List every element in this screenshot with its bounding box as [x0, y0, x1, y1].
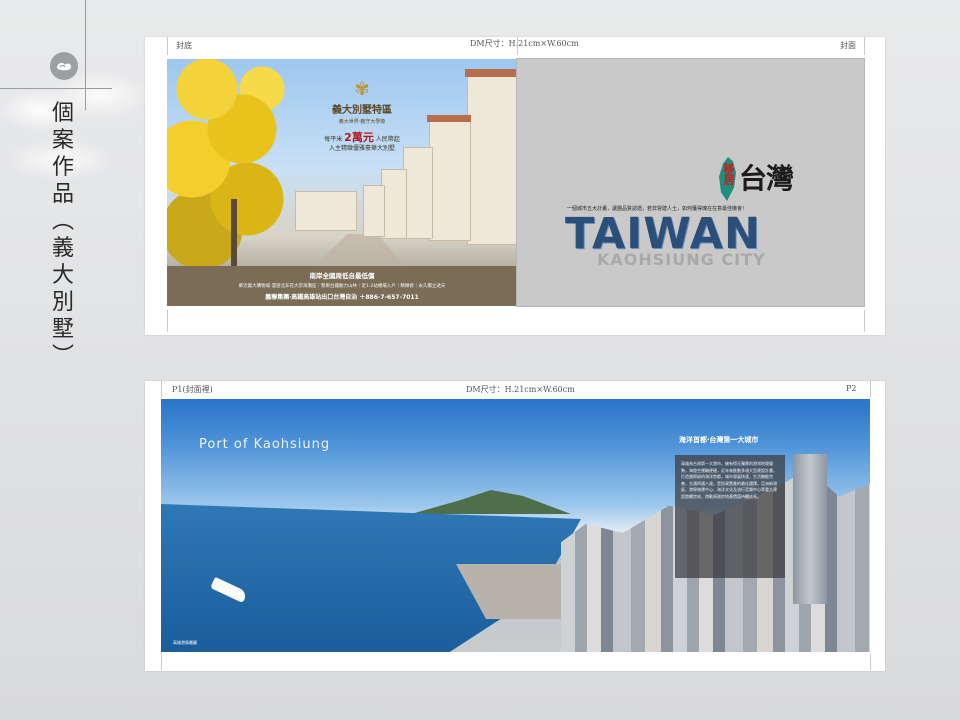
villa-building: [429, 119, 471, 241]
back-cover-footer: 南岸全國周低自最低價 鄰近義大購物城‧漫遊北非花大宗海灘區｜緊鄰台鐵動力山林｜近…: [167, 266, 517, 306]
golden-tree: [167, 59, 307, 269]
title-char: ︶: [51, 344, 74, 369]
title-char: ︵: [51, 209, 74, 234]
project-brand: ✾ 義大別墅特區 義大世界‧義守大學旁 每平米 2萬元 人民幣起 入主精緻優雅豪…: [317, 81, 407, 153]
crop-mark: [161, 654, 162, 670]
copy-prefix: 每平米: [324, 136, 343, 143]
info-text-box: 高雄為台灣第一大港市，擁有得天獨厚的港灣地理優勢，海陸空運輸便捷，近年來推動多項…: [675, 455, 785, 578]
title-char: 大: [51, 263, 74, 288]
company-logo-icon: [50, 52, 78, 80]
footer-details: 鄰近義大購物城‧漫遊北非花大宗海灘區｜緊鄰台鐵動力山林｜近1-2站機場入戶｜精緻…: [238, 284, 446, 289]
photo-caption: 高雄港鳥瞰圖: [173, 640, 197, 645]
skyscraper: [793, 454, 827, 604]
title-char: 品: [51, 182, 74, 207]
p1-label: P1(封面裡): [172, 385, 213, 394]
front-cover: 移居 台灣 一個城市五大計畫，讓團品質認證，若非營建人士，如何獲得瑰在在意最佳機…: [516, 58, 865, 307]
price-copy: 每平米 2萬元 人民幣起 入主精緻優雅豪華大別墅: [317, 131, 407, 153]
copy-price: 2萬元: [344, 131, 374, 144]
copy-line2: 入主精緻優雅豪華大別墅: [328, 145, 395, 152]
title-char: 案: [51, 128, 74, 153]
taiwan-cn-text: 台灣: [739, 162, 794, 195]
footer-headline: 南岸全國周低自最低價: [309, 272, 375, 280]
title-char: 義: [51, 236, 74, 261]
brand-name: 義大別墅特區: [332, 105, 392, 116]
copy-suffix: 人民幣起: [375, 136, 400, 143]
title-char: 個: [51, 101, 74, 126]
vertical-page-title: 個 案 作 品 ︵ 義 大 別 墅 ︶: [48, 100, 78, 370]
kaohsiung-city-text: KAOHSIUNG CITY: [597, 250, 766, 269]
tree-trunk: [231, 199, 237, 274]
brand-subtitle: 義大世界‧義守大學旁: [338, 119, 386, 125]
info-title: 海洋首都‧台灣第一大城市: [679, 436, 759, 444]
villa-roof: [427, 115, 471, 122]
dm-size-label: DM尺寸：H.21cm×W.60cm: [466, 385, 575, 394]
hill: [411, 490, 571, 514]
title-char: 墅: [51, 317, 74, 342]
villa-building: [403, 147, 433, 239]
taiwan-logo: 移居 台灣: [717, 157, 807, 207]
villa-building: [363, 185, 385, 237]
crop-mark: [864, 37, 865, 55]
crop-mark: [870, 381, 871, 397]
villa-roof: [465, 69, 517, 77]
divider-vertical: [85, 0, 86, 110]
crop-mark: [161, 381, 162, 397]
p2-label: P2: [846, 384, 857, 393]
kaohsiung-panorama: Port of Kaohsiung 高雄港鳥瞰圖 海洋首都‧台灣第一大城市 高雄…: [161, 399, 870, 652]
crop-mark: [517, 37, 518, 55]
villa-building: [467, 73, 517, 245]
crop-mark: [870, 654, 871, 670]
front-cover-label: 封面: [840, 41, 856, 50]
title-char: 作: [51, 155, 74, 180]
back-cover-label: 封底: [176, 41, 192, 50]
title-char: 別: [51, 290, 74, 315]
dm-size-label: DM尺寸：H.21cm×W.60cm: [470, 39, 579, 48]
back-cover-image: ✾ 義大別墅特區 義大世界‧義守大學旁 每平米 2萬元 人民幣起 入主精緻優雅豪…: [167, 59, 517, 306]
crop-mark: [864, 310, 865, 332]
divider-horizontal: [0, 88, 112, 89]
crop-mark: [167, 310, 168, 332]
palm-logo-icon: ✾: [354, 79, 370, 100]
yiju-text: 移居: [722, 163, 735, 185]
port-label: Port of Kaohsiung: [199, 437, 331, 452]
footer-contact: 義聯集團‧高鐵高雄站出口台灣自治 ＋886-7-657-7011: [265, 294, 419, 301]
crop-mark: [167, 37, 168, 55]
